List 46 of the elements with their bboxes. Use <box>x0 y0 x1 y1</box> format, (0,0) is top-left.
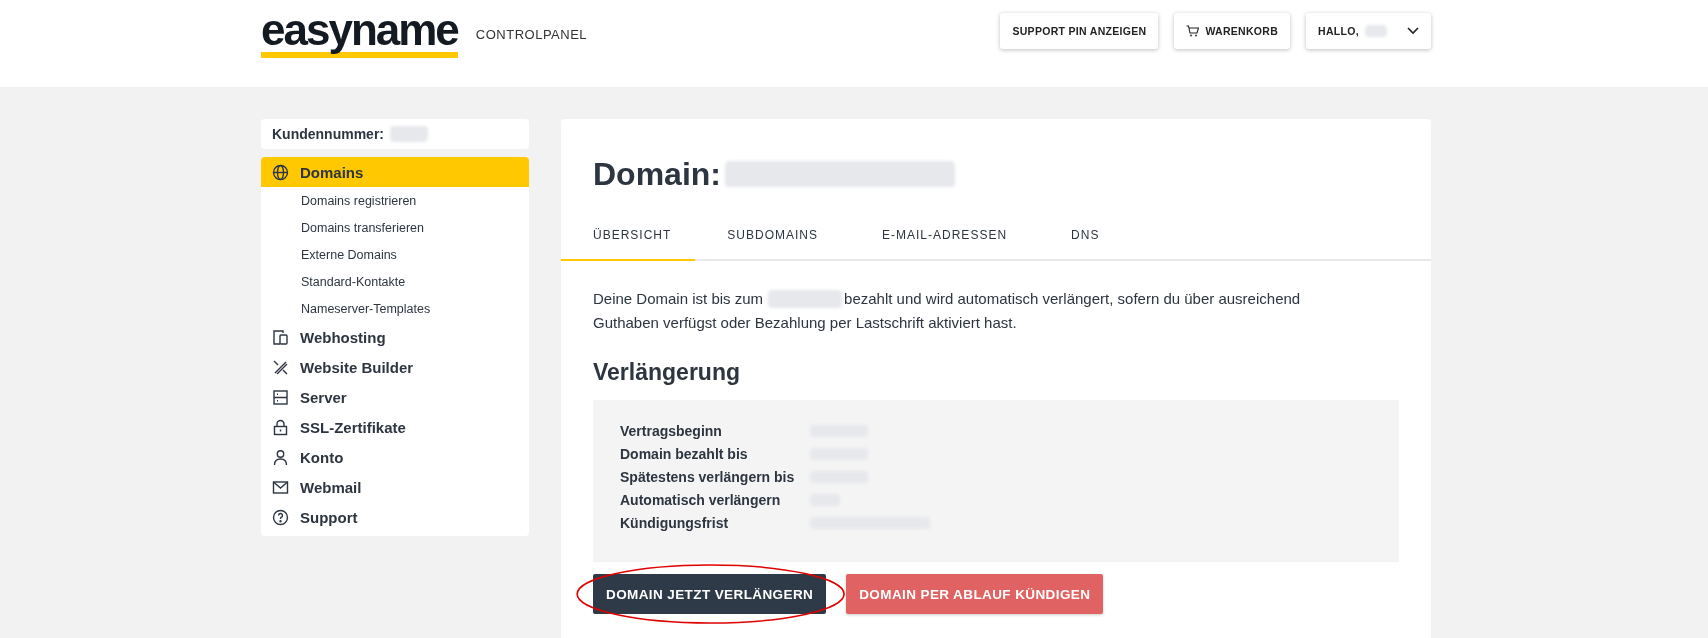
help-icon <box>272 508 289 526</box>
tab[interactable]: ÜBERSICHT <box>561 217 696 261</box>
sidebar-subitem[interactable]: Standard-Kontakte <box>261 268 529 295</box>
customer-number-label: Kundennummer: <box>272 126 384 142</box>
sidebar-item[interactable]: Konto <box>261 442 529 472</box>
tab[interactable]: E-MAIL-ADRESSEN <box>850 217 1040 261</box>
detail-label: Vertragsbeginn <box>620 422 723 441</box>
user-icon <box>272 448 289 466</box>
sidebar-item[interactable]: Webmail <box>261 472 529 502</box>
sidebar-subitem[interactable]: Domains transferieren <box>261 214 529 241</box>
cart-button[interactable]: WARENKORB <box>1174 13 1291 49</box>
intro-text-second-line: Guthaben verfügst oder Bezahlung per Lastschrift aktiviert hast. <box>593 314 1017 331</box>
tools-icon <box>272 358 289 376</box>
tab[interactable]: SUBDOMAINS <box>695 217 851 261</box>
lock-icon <box>272 418 289 436</box>
detail-label: Automatisch verlängern <box>620 491 782 510</box>
tab[interactable]: DNS <box>1039 217 1132 261</box>
sidebar-item[interactable]: SSL-Zertifikate <box>261 412 529 442</box>
renew-domain-button[interactable]: DOMAIN JETZT VERLÄNGERN <box>593 574 827 614</box>
sidebar-subitem[interactable]: Externe Domains <box>261 241 529 268</box>
user-menu-button[interactable]: HALLO, <box>1306 13 1431 49</box>
logo-subtitle: CONTROLPANEL <box>475 26 588 42</box>
support-pin-button[interactable]: SUPPORT PIN ANZEIGEN <box>1000 13 1159 49</box>
sidebar-item[interactable]: Server <box>261 382 529 412</box>
redacted-name <box>1365 25 1387 37</box>
sidebar-item[interactable]: Domains <box>261 157 529 187</box>
detail-label: Kündigungsfrist <box>620 514 730 533</box>
server-icon <box>272 388 289 406</box>
sidebar-subitem[interactable]: Domains registrieren <box>261 187 529 214</box>
logo[interactable]: easyname <box>261 10 458 58</box>
intro-text: Deine Domain ist bis zum <box>593 289 764 309</box>
cart-icon <box>1186 25 1200 37</box>
intro-text-continued: bezahlt und wird automatisch verlängert, sofern du über ausreichend <box>844 289 1301 309</box>
detail-label: Domain bezahlt bis <box>620 445 749 464</box>
redacted-customer-number <box>390 126 428 142</box>
sidebar-subitem[interactable]: Nameserver-Templates <box>261 295 529 322</box>
globe-icon <box>272 163 289 181</box>
section-title: Verlängerung <box>593 359 741 386</box>
page-title: Domain: <box>593 155 721 193</box>
sidebar-item[interactable]: Website Builder <box>261 352 529 382</box>
devices-icon <box>272 328 289 346</box>
mail-icon <box>272 478 289 496</box>
sidebar-item[interactable]: Webhosting <box>261 322 529 352</box>
sidebar-item[interactable]: Support <box>261 502 529 532</box>
detail-label: Spätestens verlängern bis <box>620 468 796 487</box>
chevron-down-icon <box>1407 27 1419 35</box>
